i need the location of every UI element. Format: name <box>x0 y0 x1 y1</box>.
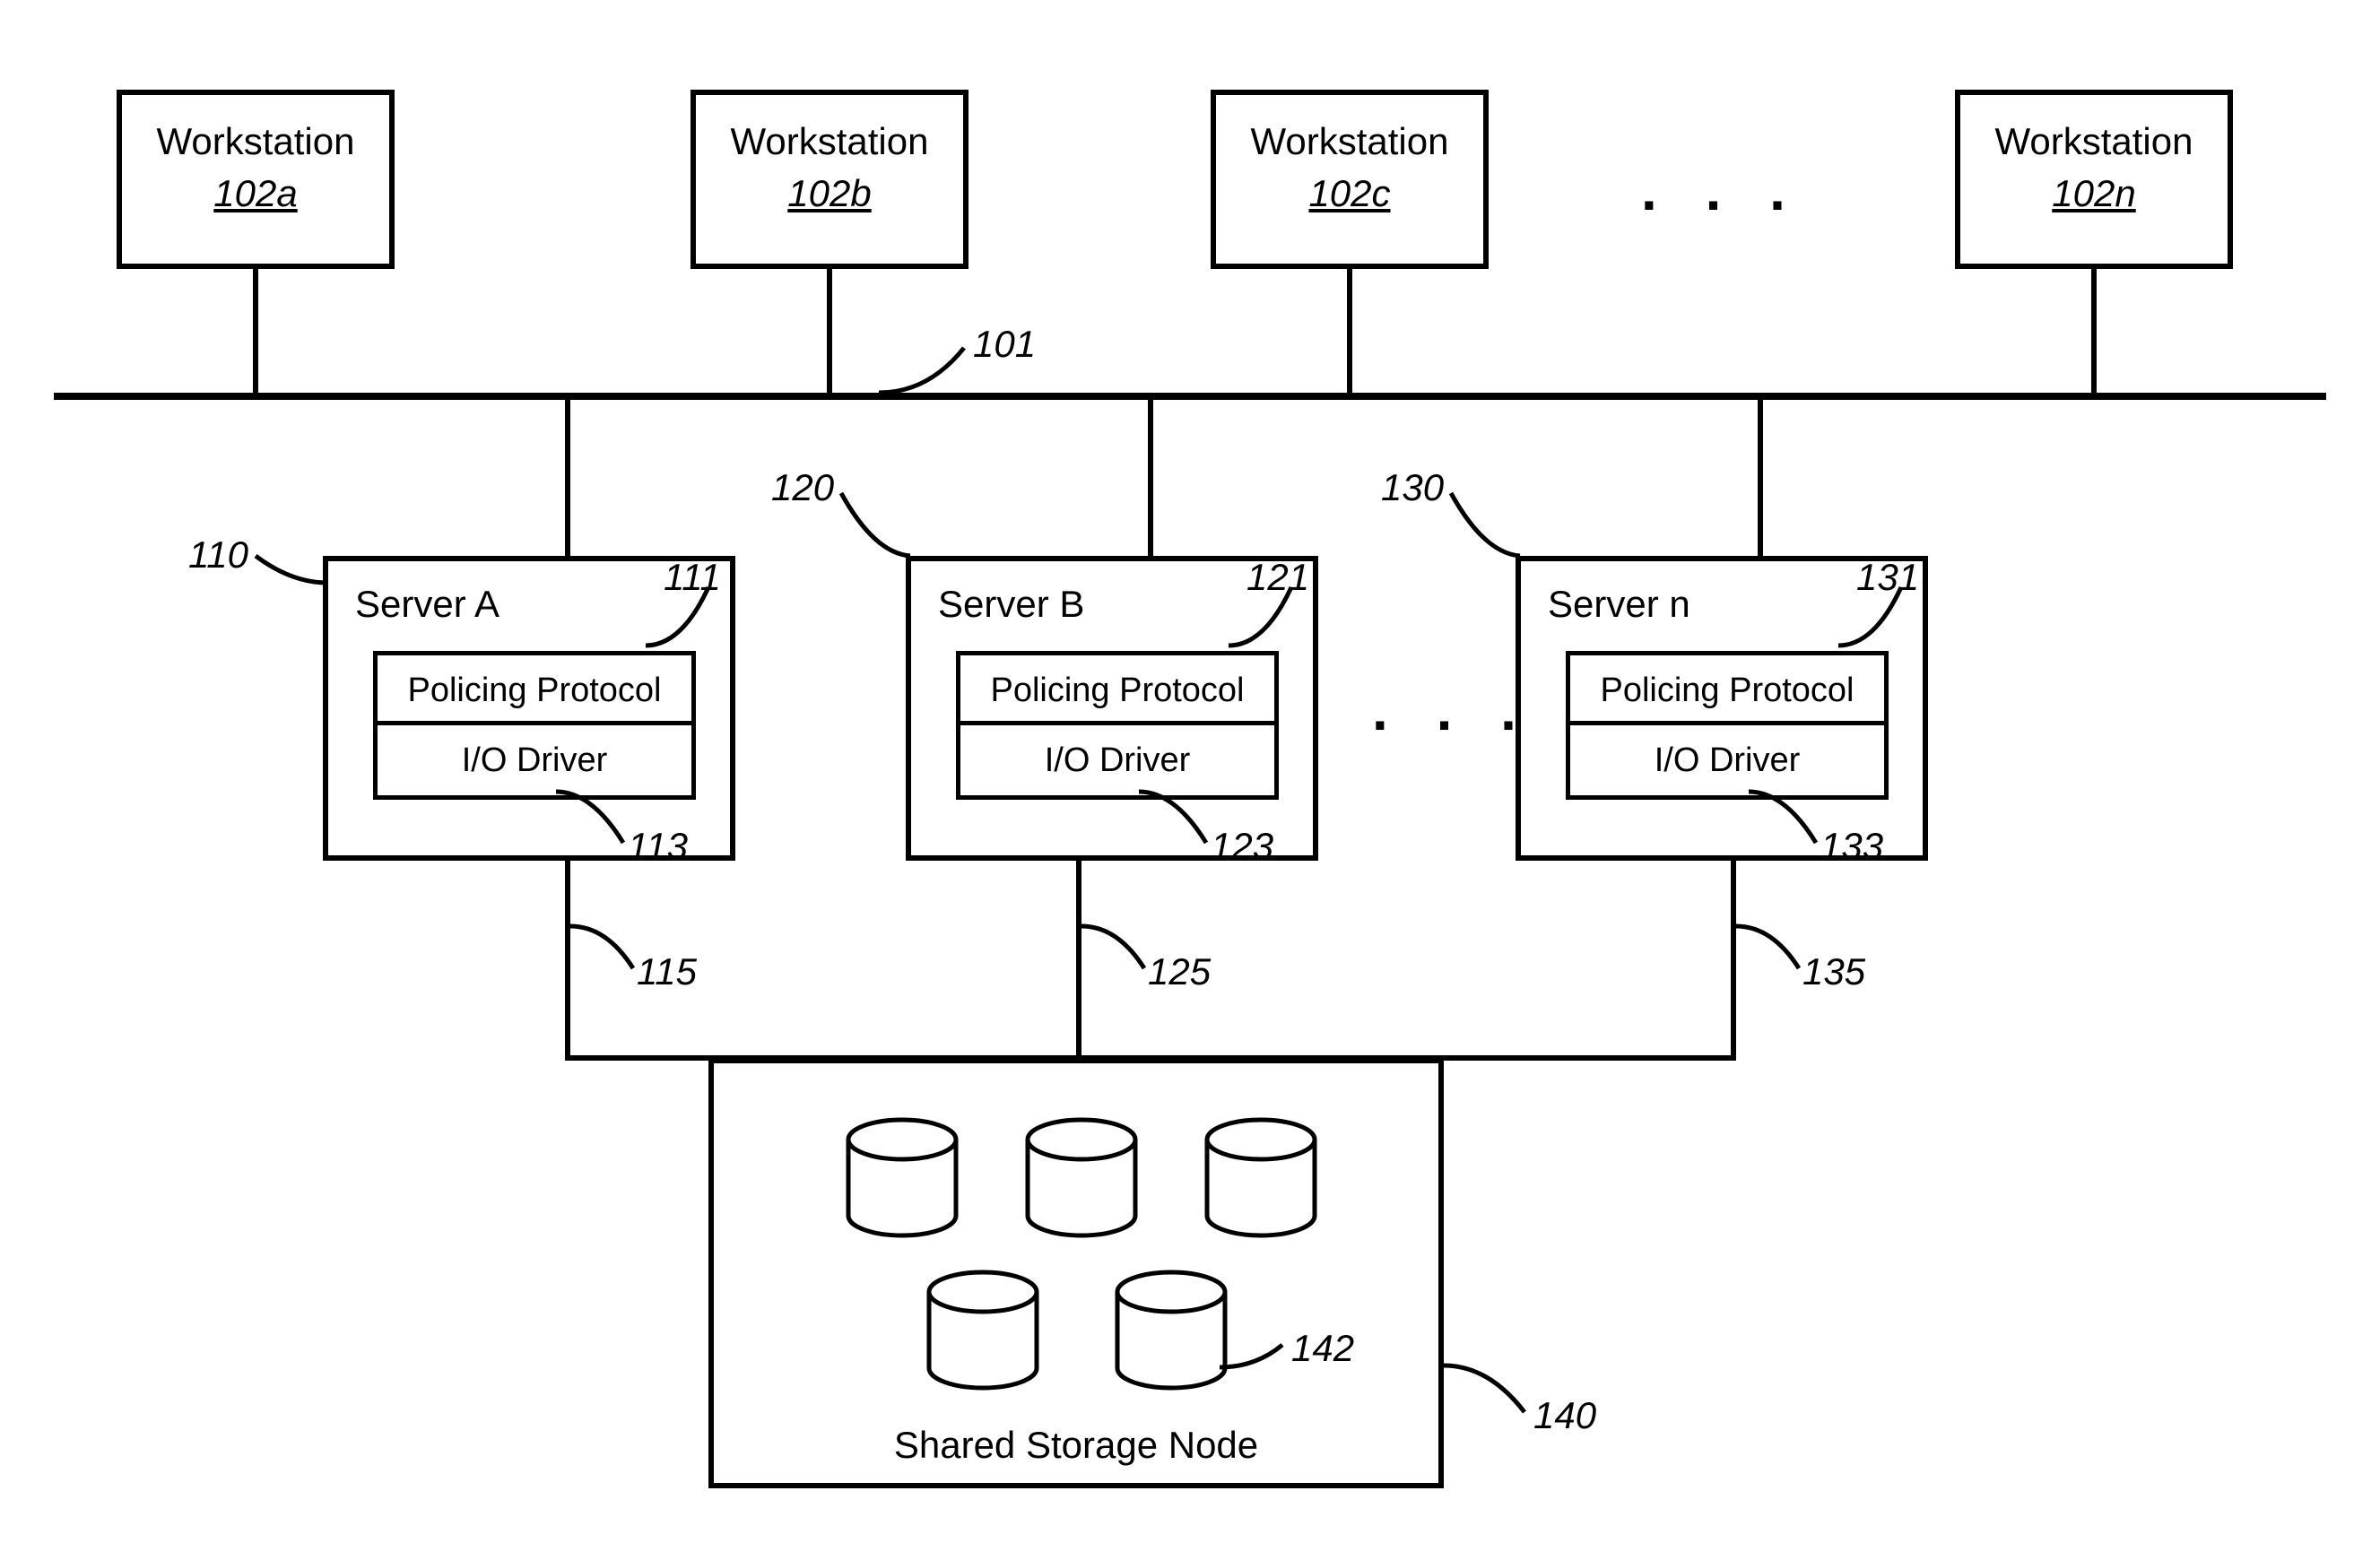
io-ref: 123 <box>1211 825 1273 868</box>
bus-ref: 101 <box>973 323 1036 366</box>
storage-title: Shared Storage Node <box>714 1424 1438 1467</box>
server-title: Server n <box>1548 583 1690 626</box>
leader-line <box>1139 789 1220 852</box>
connector-line <box>565 400 570 556</box>
io-driver-label: I/O Driver <box>960 725 1274 795</box>
leader-line <box>1736 923 1808 977</box>
connector-line <box>827 269 832 393</box>
server-inner-stack: Policing Protocol I/O Driver <box>956 651 1279 800</box>
server-line-ref: 115 <box>637 950 697 993</box>
server-ref: 110 <box>188 533 248 576</box>
workstation-box: Workstation 102c <box>1211 90 1489 269</box>
leader-line <box>570 923 642 977</box>
connector-line <box>253 269 258 393</box>
connector-line <box>1148 400 1153 556</box>
network-bus <box>54 393 2326 400</box>
workstation-ref: 102n <box>1960 172 2228 215</box>
drive-ref: 142 <box>1291 1327 1354 1370</box>
server-ref: 120 <box>771 466 834 509</box>
storage-node-box: Shared Storage Node <box>708 1058 1444 1488</box>
policing-ref: 121 <box>1246 556 1309 599</box>
workstation-ref: 102a <box>122 172 389 215</box>
leader-line <box>556 789 637 852</box>
policing-protocol-label: Policing Protocol <box>1570 655 1884 725</box>
leader-line <box>834 489 915 560</box>
server-line-ref: 135 <box>1802 950 1865 993</box>
io-driver-label: I/O Driver <box>378 725 691 795</box>
server-title: Server B <box>938 583 1084 626</box>
leader-line <box>879 342 986 396</box>
workstation-box: Workstation 102a <box>117 90 395 269</box>
server-inner-stack: Policing Protocol I/O Driver <box>373 651 696 800</box>
workstation-box: Workstation 102n <box>1955 90 2233 269</box>
connector-line <box>2091 269 2097 393</box>
server-inner-stack: Policing Protocol I/O Driver <box>1566 651 1889 800</box>
io-driver-label: I/O Driver <box>1570 725 1884 795</box>
workstation-label: Workstation <box>1216 120 1483 163</box>
leader-line <box>1749 789 1829 852</box>
connector-line <box>1758 400 1763 556</box>
leader-line <box>1444 1363 1533 1417</box>
workstation-label: Workstation <box>696 120 963 163</box>
io-ref: 113 <box>628 825 688 868</box>
workstation-label: Workstation <box>1960 120 2228 163</box>
workstation-label: Workstation <box>122 120 389 163</box>
policing-protocol-label: Policing Protocol <box>378 655 691 725</box>
leader-line <box>251 556 332 610</box>
storage-disks-icon <box>714 1063 1449 1440</box>
policing-protocol-label: Policing Protocol <box>960 655 1274 725</box>
workstation-box: Workstation 102b <box>691 90 969 269</box>
server-ref: 130 <box>1381 466 1444 509</box>
ellipsis-servers: . . . <box>1372 677 1533 743</box>
leader-line <box>1444 489 1524 560</box>
policing-ref: 111 <box>664 556 721 599</box>
connector-line <box>1347 269 1352 393</box>
leader-line <box>1220 1345 1291 1390</box>
workstation-ref: 102b <box>696 172 963 215</box>
workstation-ref: 102c <box>1216 172 1483 215</box>
server-line-ref: 125 <box>1148 950 1211 993</box>
policing-ref: 131 <box>1856 556 1919 599</box>
server-title: Server A <box>355 583 499 626</box>
io-ref: 133 <box>1820 825 1883 868</box>
leader-line <box>1081 923 1153 977</box>
storage-ref: 140 <box>1533 1394 1596 1437</box>
ellipsis-workstations: . . . <box>1641 157 1802 223</box>
